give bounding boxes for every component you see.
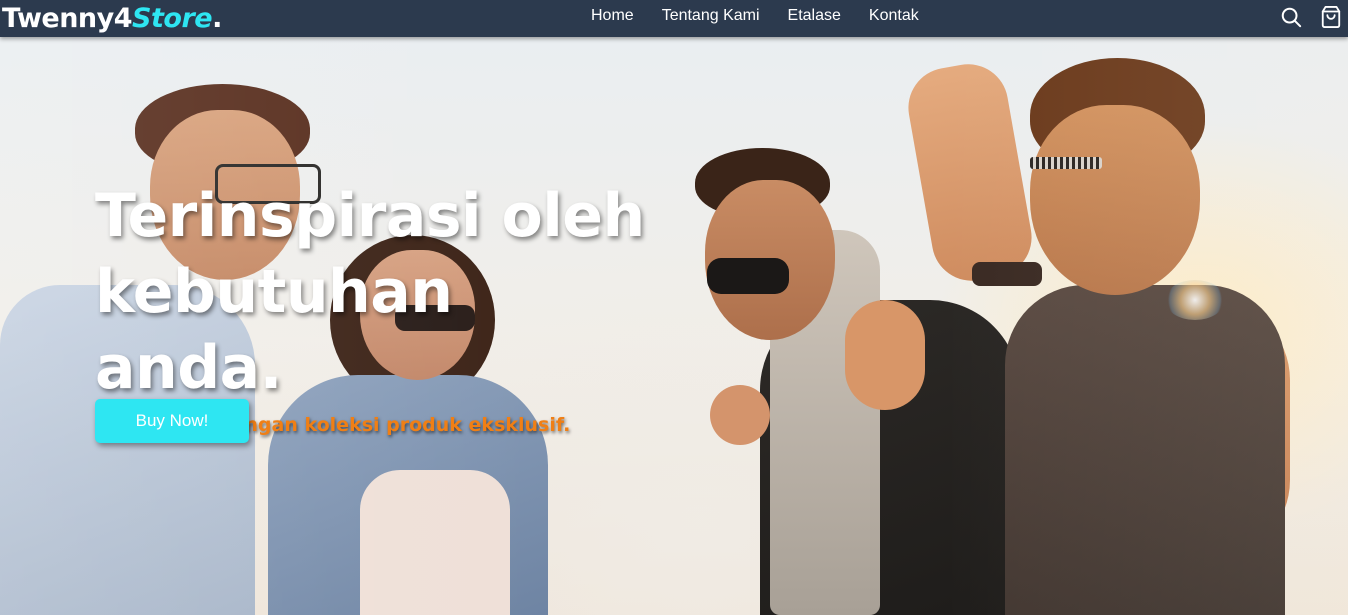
page: Twenny4Store. Home Tentang Kami Etalase … <box>0 0 1348 615</box>
nav-icons <box>1264 0 1344 34</box>
hero-title-line-1: Terinspirasi oleh <box>95 181 645 251</box>
nav-link-home[interactable]: Home <box>591 7 634 25</box>
buy-now-button[interactable]: Buy Now! <box>95 399 249 443</box>
nav-link-kontak[interactable]: Kontak <box>869 7 919 25</box>
nav-menu: Home Tentang Kami Etalase Kontak <box>577 0 933 32</box>
navbar: Twenny4Store. Home Tentang Kami Etalase … <box>0 0 1348 37</box>
hero-title: Terinspirasi oleh kebutuhan anda. <box>95 178 655 406</box>
brand-logo[interactable]: Twenny4Store. <box>2 0 222 37</box>
brand-name-accent: Store <box>132 3 213 34</box>
hero-title-line-2: kebutuhan anda. <box>95 257 453 403</box>
nav-link-tentang-kami[interactable]: Tentang Kami <box>662 7 760 25</box>
search-icon[interactable] <box>1278 4 1304 30</box>
brand-name: Twenny4 <box>2 3 133 34</box>
nav-link-etalase[interactable]: Etalase <box>788 7 841 25</box>
shopping-bag-icon[interactable] <box>1318 4 1344 30</box>
hero-content: Terinspirasi oleh kebutuhan anda. Kami h… <box>95 178 655 443</box>
brand-dot: . <box>212 3 222 34</box>
